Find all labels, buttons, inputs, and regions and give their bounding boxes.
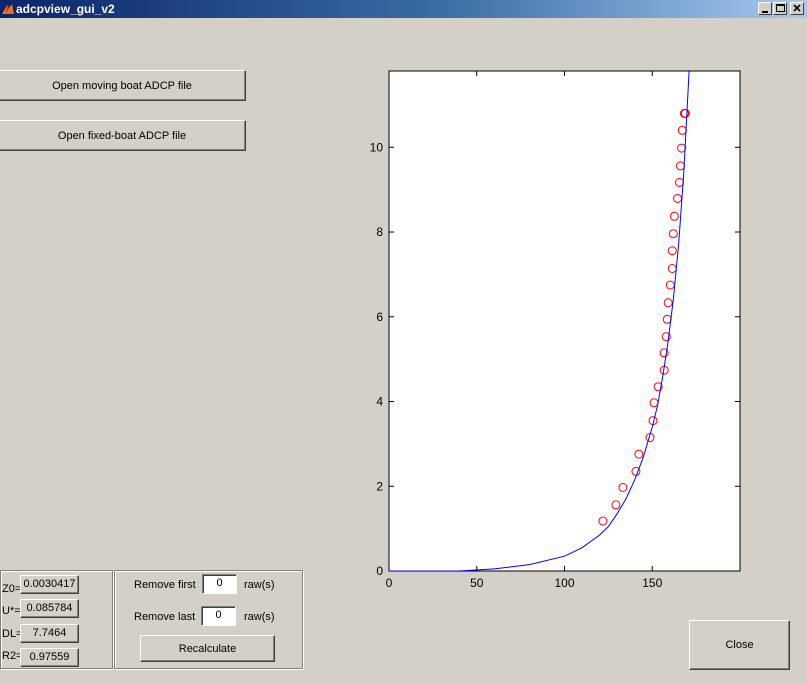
remove-first-unit: raw(s)	[244, 579, 275, 591]
x-tick-label: 150	[642, 576, 662, 590]
dl-value: 7.7464	[20, 624, 79, 643]
remove-last-unit: raw(s)	[244, 611, 275, 623]
plot-area	[388, 70, 741, 572]
maximize-icon	[776, 4, 785, 12]
close-button[interactable]: Close	[689, 620, 790, 670]
x-tick-label: 0	[386, 576, 393, 590]
y-tick-label: 10	[370, 140, 384, 154]
remove-last-input[interactable]: 0	[201, 606, 236, 626]
z0-label: Z0=	[2, 583, 22, 595]
remove-first-input[interactable]: 0	[202, 574, 237, 594]
window-titlebar: adcpview_gui_v2	[0, 0, 807, 18]
recalculate-button[interactable]: Recalculate	[140, 635, 275, 662]
open-fixed-boat-button[interactable]: Open fixed-boat ADCP file	[0, 120, 246, 151]
window-title: adcpview_gui_v2	[16, 2, 115, 16]
y-tick-label: 2	[376, 479, 383, 493]
minimize-icon	[762, 11, 768, 13]
close-window-button[interactable]	[790, 2, 804, 15]
x-tick-label: 100	[554, 576, 574, 590]
y-tick-label: 6	[376, 310, 383, 324]
matlab-icon	[2, 4, 14, 14]
close-icon	[793, 4, 801, 12]
x-tick-label: 50	[470, 576, 484, 590]
results-panel: Z0= 0.0030417 U*= 0.085784 DL= 7.7464 R2…	[0, 570, 113, 669]
remove-last-label: Remove last	[134, 611, 196, 623]
ustar-label: U*=	[2, 605, 21, 617]
maximize-button[interactable]	[773, 2, 787, 15]
open-moving-boat-button[interactable]: Open moving boat ADCP file	[0, 70, 246, 101]
y-tick-label: 8	[376, 225, 383, 239]
y-tick-label: 4	[376, 395, 383, 409]
r2-value: 0.97559	[20, 648, 79, 667]
remove-first-label: Remove first	[134, 579, 196, 591]
velocity-profile-chart: 0 50 100 150 0 2 4 6 8 10	[370, 70, 741, 590]
trim-panel: Remove first 0 raw(s) Remove last 0 raw(…	[114, 570, 303, 669]
z0-value: 0.0030417	[20, 575, 79, 594]
ustar-value: 0.085784	[20, 599, 79, 618]
minimize-button[interactable]	[758, 2, 772, 15]
y-tick-label: 0	[376, 564, 383, 578]
